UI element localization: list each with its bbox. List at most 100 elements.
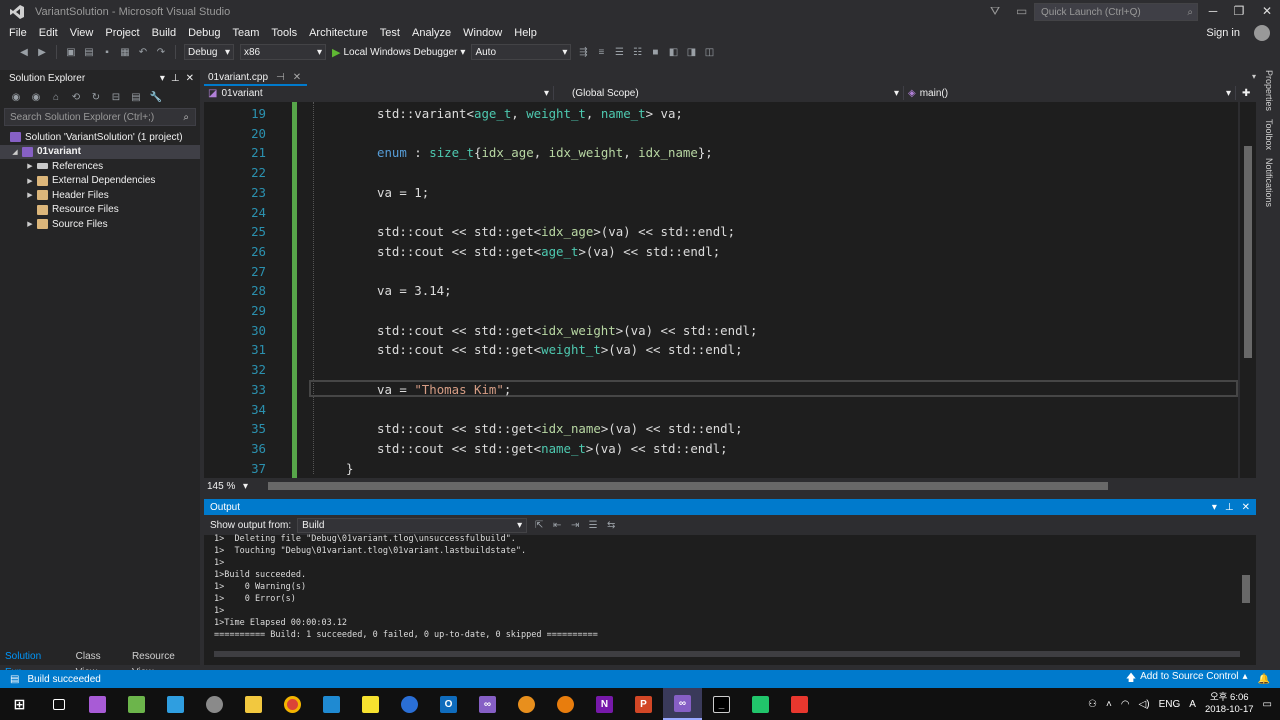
account-icon[interactable] <box>1254 25 1270 41</box>
app-icon-orange[interactable] <box>507 688 546 720</box>
sticky-notes-icon[interactable] <box>351 688 390 720</box>
menu-file[interactable]: File <box>3 24 33 42</box>
forward-icon[interactable]: ◉ <box>30 91 42 103</box>
vscode-icon[interactable] <box>312 688 351 720</box>
menu-edit[interactable]: Edit <box>33 24 64 42</box>
start-debugging-button[interactable]: ▶ Local Windows Debugger ▾ <box>332 46 465 59</box>
redo-icon[interactable]: ↷ <box>155 46 167 58</box>
zoom-dropdown[interactable]: 145 % ▾ <box>204 481 252 492</box>
dropdown-icon[interactable]: ▾ <box>1212 502 1217 513</box>
file-explorer-icon[interactable] <box>234 688 273 720</box>
code-line[interactable]: 24 <box>204 203 1238 223</box>
code-line[interactable]: 27 <box>204 262 1238 282</box>
menu-architecture[interactable]: Architecture <box>303 24 374 42</box>
new-project-icon[interactable]: ▣ <box>65 46 77 58</box>
tab-solution-explorer[interactable]: Solution Exp... <box>0 649 71 678</box>
collapse-all-icon[interactable]: ⊟ <box>110 91 122 103</box>
start-button[interactable]: ⊞ <box>0 688 39 720</box>
code-line[interactable]: 34 <box>204 400 1238 420</box>
platform-dropdown[interactable]: x86 ▾ <box>240 44 326 60</box>
code-editor[interactable]: 19 std::variant<age_t, weight_t, name_t> … <box>204 102 1238 478</box>
pin-icon[interactable]: ⊥ <box>1225 502 1234 513</box>
project-node[interactable]: ◢ 01variant <box>0 144 200 159</box>
blender-icon[interactable] <box>546 688 585 720</box>
notification-bell-icon[interactable]: 🔔 <box>1258 674 1270 685</box>
filter-icon[interactable]: ⛛ <box>990 4 1000 19</box>
code-line[interactable]: 31 std::cout << std::get<weight_t>(va) <<… <box>204 340 1238 360</box>
collapse-arrow-icon[interactable]: ▶ <box>25 177 35 185</box>
document-tab[interactable]: 01variant.cpp ⊣ ✕ <box>204 70 308 86</box>
app-icon-green[interactable] <box>741 688 780 720</box>
maximize-button[interactable]: ❐ <box>1226 2 1252 20</box>
configuration-dropdown[interactable]: Debug ▾ <box>184 44 234 60</box>
code-line[interactable]: 37} <box>204 459 1238 478</box>
tree-item-header-files[interactable]: ▶ Header Files <box>0 188 200 203</box>
home-icon[interactable]: ⌂ <box>50 91 62 103</box>
output-horizontal-scrollbar[interactable] <box>214 651 1240 657</box>
menu-analyze[interactable]: Analyze <box>406 24 457 42</box>
editor-horizontal-scrollbar[interactable] <box>260 482 1240 490</box>
scrollbar-thumb[interactable] <box>1242 575 1250 603</box>
tab-notifications[interactable]: Notifications <box>1264 156 1274 207</box>
tree-item-external-dependencies[interactable]: ▶ External Dependencies <box>0 174 200 189</box>
minimize-button[interactable]: ─ <box>1200 2 1226 20</box>
scope-nav-dropdown[interactable]: (Global Scope) ▾ <box>554 86 904 100</box>
code-line[interactable]: 23 va = 1; <box>204 183 1238 203</box>
tab-properties[interactable]: Properties <box>1264 68 1274 111</box>
collapse-arrow-icon[interactable]: ▶ <box>25 191 35 199</box>
tab-resource-view[interactable]: Resource View <box>127 649 200 678</box>
menu-build[interactable]: Build <box>146 24 182 42</box>
close-window-button[interactable]: ✕ <box>1254 2 1280 20</box>
properties-icon[interactable]: 🔧 <box>150 91 162 103</box>
code-line[interactable]: 30 std::cout << std::get<idx_weight>(va) … <box>204 321 1238 341</box>
app-icon-blue[interactable] <box>156 688 195 720</box>
menu-view[interactable]: View <box>64 24 100 42</box>
outlook-icon[interactable]: O <box>429 688 468 720</box>
save-icon[interactable]: ▪ <box>101 46 113 58</box>
save-all-icon[interactable]: ▦ <box>119 46 131 58</box>
source-control-button[interactable]: 🡅 Add to Source Control ▴ <box>1126 671 1248 688</box>
function-nav-dropdown[interactable]: ◈ main() ▾ <box>904 86 1236 100</box>
back-icon[interactable]: ◀ <box>18 46 30 58</box>
input-language[interactable]: ENG <box>1159 699 1181 710</box>
code-line[interactable]: 25 std::cout << std::get<idx_age>(va) << … <box>204 222 1238 242</box>
people-icon[interactable]: ⚇ <box>1088 699 1097 710</box>
show-all-files-icon[interactable]: ▤ <box>130 91 142 103</box>
code-line[interactable]: 22 <box>204 163 1238 183</box>
tree-item-references[interactable]: ▶ References <box>0 159 200 174</box>
app-icon-purple[interactable] <box>78 688 117 720</box>
expand-arrow-icon[interactable]: ◢ <box>10 148 20 156</box>
prev-bookmark-icon[interactable]: ◧ <box>667 46 679 58</box>
dropdown-icon[interactable]: ▾ <box>160 73 165 84</box>
undo-icon[interactable]: ↶ <box>137 46 149 58</box>
code-line[interactable]: 36 std::cout << std::get<name_t>(va) << s… <box>204 439 1238 459</box>
code-line[interactable]: 21 enum : size_t{idx_age, idx_weight, idx… <box>204 143 1238 163</box>
network-icon[interactable]: ◠ <box>1121 699 1130 710</box>
app-icon-red[interactable] <box>780 688 819 720</box>
menu-help[interactable]: Help <box>508 24 543 42</box>
menu-window[interactable]: Window <box>457 24 508 42</box>
tree-item-source-files[interactable]: ▶ Source Files <box>0 217 200 232</box>
collapse-arrow-icon[interactable]: ▶ <box>25 162 35 170</box>
next-message-icon[interactable]: ⇥ <box>569 519 581 531</box>
volume-icon[interactable]: ◁) <box>1139 699 1150 710</box>
open-file-icon[interactable]: ▤ <box>83 46 95 58</box>
code-line[interactable]: 32 <box>204 360 1238 380</box>
close-icon[interactable]: ✕ <box>1242 502 1250 513</box>
quick-launch-input[interactable]: Quick Launch (Ctrl+Q) ⌕ <box>1034 3 1198 21</box>
menu-debug[interactable]: Debug <box>182 24 226 42</box>
pin-icon[interactable]: ⊥ <box>171 73 180 84</box>
menu-test[interactable]: Test <box>374 24 406 42</box>
code-line[interactable]: 28 va = 3.14; <box>204 281 1238 301</box>
code-line[interactable]: 29 <box>204 301 1238 321</box>
powerpoint-icon[interactable]: P <box>624 688 663 720</box>
task-view-icon[interactable] <box>39 688 78 720</box>
notepad-icon[interactable] <box>117 688 156 720</box>
forward-icon[interactable]: ▶ <box>36 46 48 58</box>
solution-search-input[interactable]: Search Solution Explorer (Ctrl+;) ⌕ <box>4 108 196 126</box>
tree-item-resource-files[interactable]: Resource Files <box>0 203 200 218</box>
pin-icon[interactable]: ⊣ <box>276 72 285 83</box>
word-wrap-icon[interactable]: ⇆ <box>605 519 617 531</box>
next-bookmark-icon[interactable]: ◨ <box>685 46 697 58</box>
app-icon-gray[interactable] <box>195 688 234 720</box>
